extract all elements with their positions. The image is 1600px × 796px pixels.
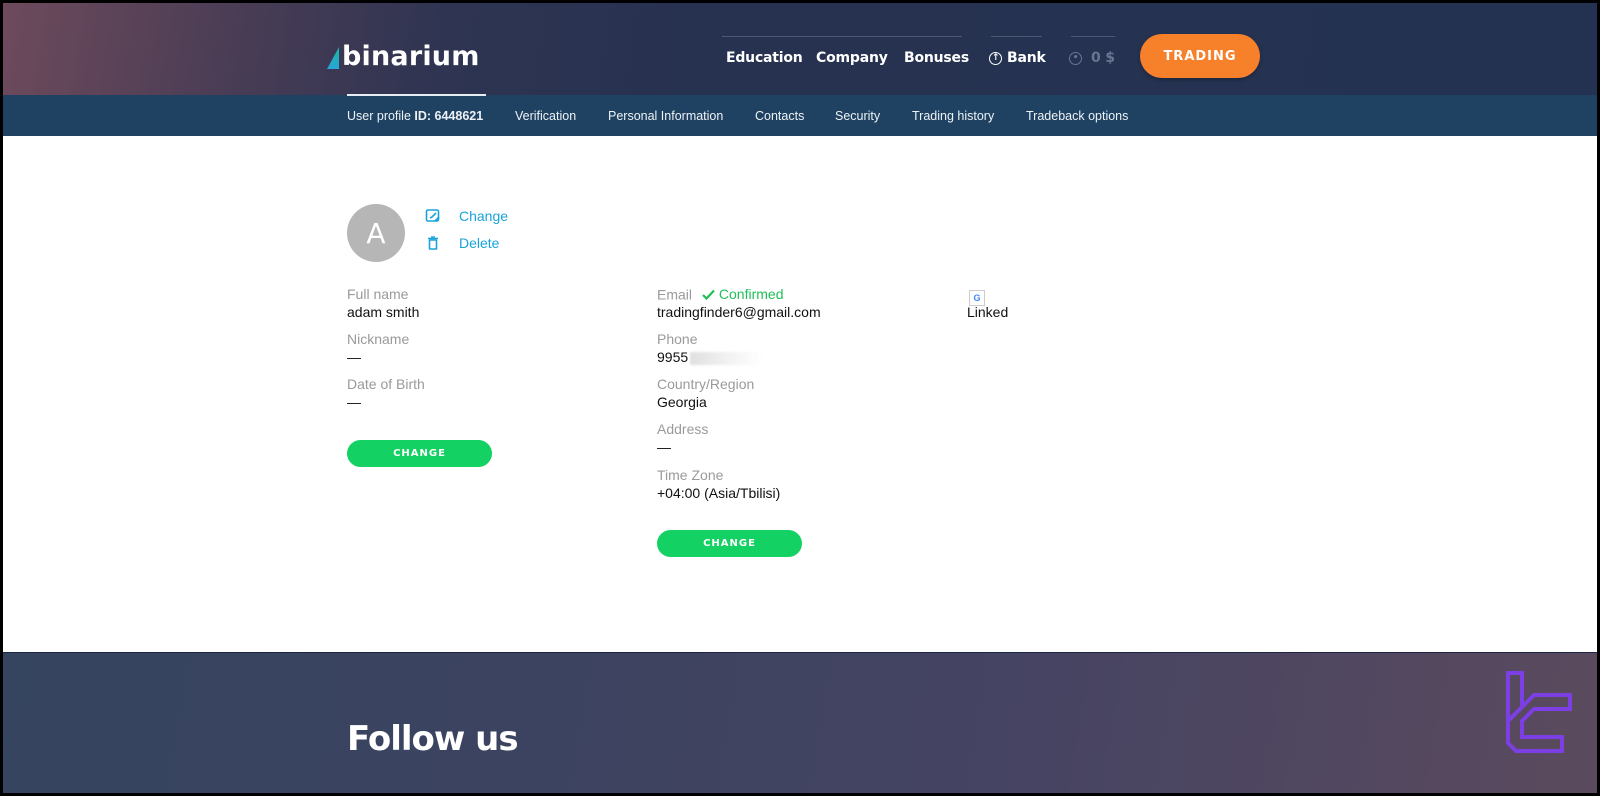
footer: Follow us — [3, 652, 1597, 793]
timezone-label: Time Zone — [657, 467, 724, 483]
email-confirmed-badge: Confirmed — [702, 286, 784, 302]
change-photo-label: Change — [459, 208, 509, 224]
full-name-value: adam smith — [347, 304, 420, 320]
main-nav: Education Company Bonuses ↑ Bank • 0 $ — [3, 3, 1597, 95]
nav-bank-label: Bank — [1007, 50, 1046, 66]
email-label-row: Email Confirmed — [657, 286, 784, 303]
tab-contacts[interactable]: Contacts — [755, 109, 804, 123]
watermark-logo-icon — [1506, 671, 1572, 753]
nickname-label: Nickname — [347, 331, 410, 347]
nav-education-label: Education — [726, 50, 803, 66]
profile-subnav: User profile ID: 6448621 Verification Pe… — [3, 95, 1597, 136]
top-header: binarium Education Company Bonuses ↑ Ban… — [3, 3, 1597, 95]
phone-value: 9955 — [657, 349, 689, 365]
country-label: Country/Region — [657, 376, 755, 392]
tab-verification[interactable]: Verification — [515, 109, 576, 123]
tab-user-profile-prefix: User profile — [347, 109, 415, 123]
phone-redacted — [690, 351, 763, 365]
edit-photo-icon — [425, 209, 440, 222]
tab-personal-information[interactable]: Personal Information — [608, 109, 723, 123]
dob-value: — — [347, 394, 361, 410]
email-value: tradingfinder6@gmail.com — [657, 304, 821, 320]
tab-user-profile[interactable]: User profile ID: 6448621 — [347, 109, 483, 123]
check-icon — [702, 289, 715, 300]
nav-bonuses-label: Bonuses — [904, 50, 969, 66]
trading-button[interactable]: TRADING — [1140, 34, 1260, 78]
dob-label: Date of Birth — [347, 376, 425, 392]
nav-company[interactable]: Company — [816, 50, 888, 66]
change-personal-button[interactable]: CHANGE — [347, 440, 492, 467]
nav-bonuses[interactable]: Bonuses — [904, 50, 969, 66]
upload-circle-icon: ↑ — [989, 51, 1002, 65]
user-circle-icon: • — [1069, 51, 1082, 65]
full-name-label: Full name — [347, 286, 409, 302]
avatar: A — [347, 204, 405, 262]
email-status: Confirmed — [718, 286, 784, 302]
active-tab-indicator — [347, 94, 486, 96]
address-label: Address — [657, 421, 709, 437]
nav-divider — [722, 36, 962, 37]
delete-photo-link[interactable]: Delete — [425, 235, 499, 251]
delete-photo-label: Delete — [459, 235, 500, 251]
change-contacts-button[interactable]: CHANGE — [657, 530, 802, 557]
nav-divider — [1071, 36, 1115, 37]
nav-divider — [991, 36, 1042, 37]
address-value: — — [657, 439, 671, 455]
follow-us-title: Follow us — [347, 719, 519, 759]
change-photo-link[interactable]: Change — [425, 208, 508, 224]
country-value: Georgia — [657, 394, 707, 410]
timezone-value: +04:00 (Asia/Tbilisi) — [657, 485, 781, 501]
user-profile-id: ID: 6448621 — [414, 109, 484, 123]
page: binarium Education Company Bonuses ↑ Ban… — [3, 3, 1597, 793]
email-label: Email — [657, 286, 693, 303]
nav-bank[interactable]: ↑ Bank — [989, 50, 1046, 66]
trash-icon — [428, 236, 438, 250]
nav-education[interactable]: Education — [726, 50, 803, 66]
nav-balance[interactable]: • 0 $ — [1069, 50, 1115, 66]
phone-row: 9955 — [657, 349, 763, 365]
balance-value: 0 $ — [1091, 50, 1115, 66]
phone-label: Phone — [657, 331, 698, 347]
tab-security[interactable]: Security — [835, 109, 880, 123]
tab-tradeback-options[interactable]: Tradeback options — [1026, 109, 1128, 123]
tab-trading-history[interactable]: Trading history — [912, 109, 994, 123]
google-linked-status: Linked — [967, 304, 1009, 320]
nav-company-label: Company — [816, 50, 888, 66]
nickname-value: — — [347, 349, 361, 365]
